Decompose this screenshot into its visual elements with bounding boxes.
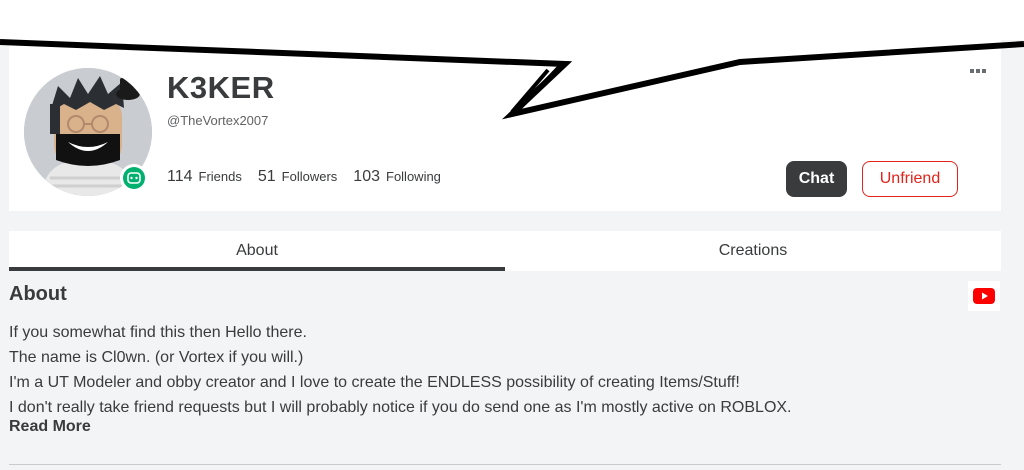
following-stat[interactable]: 103 Following: [353, 168, 441, 186]
following-count: 103: [353, 168, 380, 185]
display-name: K3KER: [167, 70, 275, 105]
youtube-icon: [973, 288, 995, 304]
followers-label: Followers: [281, 169, 338, 184]
friends-count: 114: [167, 168, 193, 185]
presence-badge[interactable]: [120, 164, 148, 192]
top-band: [0, 0, 1024, 40]
following-label: Following: [386, 169, 441, 184]
followers-count: 51: [257, 168, 276, 185]
about-line: I don't really take friend requests but …: [9, 399, 792, 416]
about-line: The name is Cl0wn. (or Vortex if you wil…: [9, 349, 304, 366]
tab-about[interactable]: About: [9, 231, 505, 271]
section-divider: [9, 464, 1001, 465]
youtube-link[interactable]: [968, 281, 1000, 311]
followers-stat[interactable]: 51 Followers: [258, 168, 337, 186]
about-heading: About: [9, 283, 67, 305]
profile-tabs: About Creations: [9, 231, 1001, 271]
gamepad-icon: [123, 167, 145, 189]
tab-creations[interactable]: Creations: [505, 231, 1001, 271]
profile-header-card: [9, 40, 1001, 211]
profile-stats: 114 Friends 51 Followers 103 Following: [167, 168, 441, 186]
unfriend-button[interactable]: Unfriend: [862, 161, 958, 197]
friends-label: Friends: [198, 169, 242, 184]
chat-button[interactable]: Chat: [786, 161, 847, 197]
friends-stat[interactable]: 114 Friends: [167, 168, 242, 186]
about-description: If you somewhat find this then Hello the…: [9, 320, 1009, 420]
more-options-button[interactable]: [966, 62, 990, 80]
username: @TheVortex2007: [167, 113, 269, 128]
about-line: I'm a UT Modeler and obby creator and I …: [9, 374, 740, 391]
read-more-link[interactable]: Read More: [9, 418, 91, 436]
about-line: If you somewhat find this then Hello the…: [9, 324, 307, 341]
more-dots-icon: [970, 69, 986, 73]
